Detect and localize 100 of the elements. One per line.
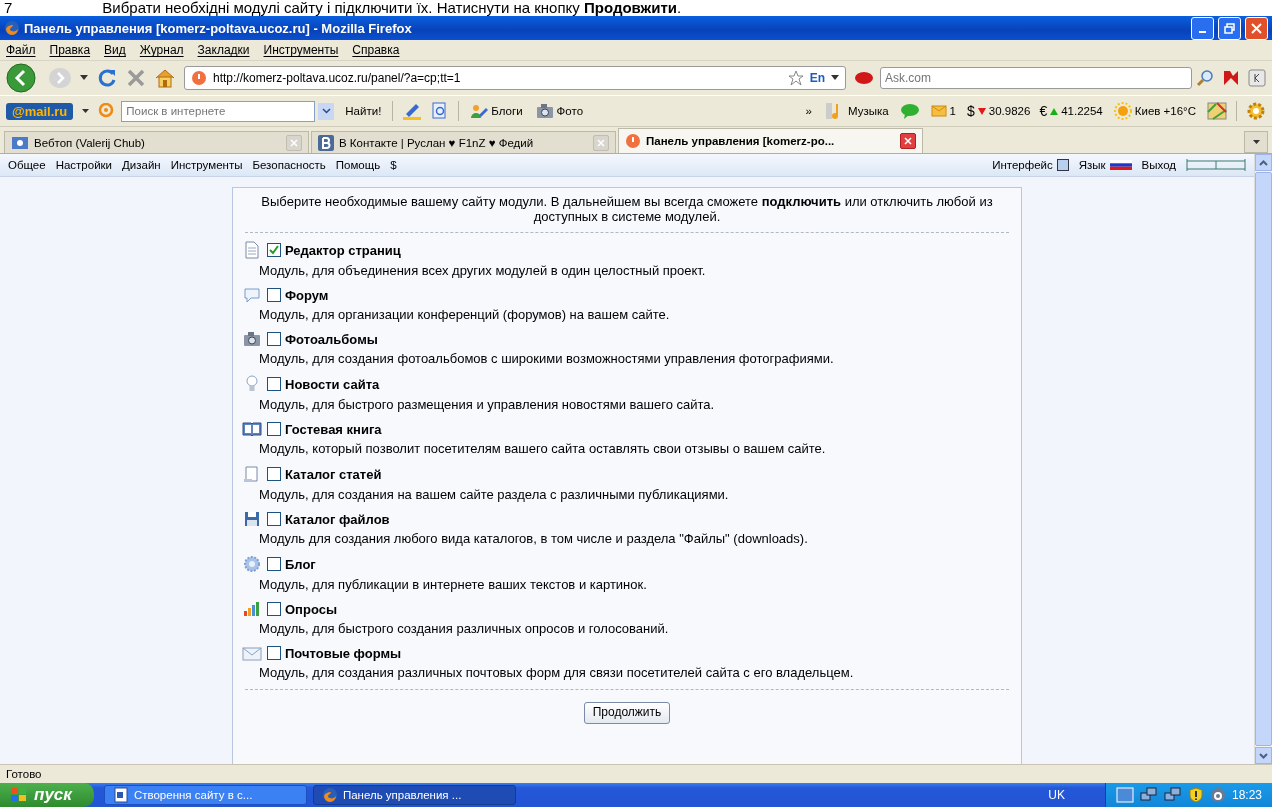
letter-b-icon [318,134,334,151]
tab-close-button[interactable] [900,133,916,149]
panel-menu-item[interactable]: $ [390,159,397,171]
module-checkbox[interactable] [267,512,281,526]
menu-item[interactable]: Справка [352,43,400,57]
instruction-text: Вибрати необхідні модулі сайту і підключити їх. Натиснути на кнопку Продовжити. [102,0,682,16]
windows-logo-icon [10,787,28,803]
continue-button[interactable]: Продолжить [583,702,671,724]
search-icon[interactable] [1196,69,1214,87]
square-icon [1056,159,1069,171]
panel-menu-item[interactable]: Инструменты [170,159,243,171]
menu-item[interactable]: Закладки [197,43,250,57]
tab-list-button[interactable] [1244,131,1268,153]
module-checkbox[interactable] [267,422,281,436]
overflow-button[interactable]: » [803,104,814,118]
module-name: Каталог статей [285,466,382,482]
envelope-icon [930,105,947,117]
chevron-down-icon[interactable] [1259,752,1268,759]
music-button[interactable]: Музыка [822,101,891,121]
dropdown-arrow-icon[interactable] [82,108,90,114]
close-button[interactable] [1245,16,1268,40]
module-checkbox[interactable] [267,646,281,660]
vertical-scrollbar[interactable] [1254,154,1272,764]
menu-item[interactable]: Файл [6,43,36,57]
module-name: Редактор страниц [285,242,401,258]
shield-warning-icon[interactable] [1187,787,1204,803]
up-triangle-icon [1050,107,1059,115]
interface-button[interactable]: Интерфейс [992,159,1069,171]
dropdown-arrow-icon [1252,140,1260,144]
bar-chart-icon [243,601,261,617]
sun-icon [1113,102,1132,120]
minimize-button[interactable] [1191,16,1214,40]
browser-tab[interactable]: Вебтоп (Valerij Chub) [4,131,309,153]
menu-item[interactable]: Правка [49,43,91,57]
restore-button[interactable] [1218,16,1241,40]
menu-item[interactable]: Инструменты [263,43,339,57]
address-field[interactable]: http://komerz-poltava.ucoz.ru/panel/?a=cp;tt=1 En [184,66,846,90]
clock: 18:23 [1231,788,1262,802]
keyboard-key-icon[interactable] [1248,69,1266,87]
network-icon[interactable] [1163,787,1182,803]
chevron-up-icon[interactable] [1259,159,1268,166]
highlighter-icon[interactable] [402,102,423,120]
search-field[interactable]: Поиск в интернете [121,100,316,122]
weather-button[interactable]: Киев +16°C [1111,101,1198,121]
module-checkbox[interactable] [267,377,281,391]
menu-item[interactable]: Журнал [139,43,184,57]
camera-icon [243,331,261,347]
find-button[interactable]: Найти! [343,104,384,118]
camera-icon [535,103,554,119]
site-icon [191,70,207,86]
module-checkbox[interactable] [267,288,281,302]
star-icon[interactable] [787,70,804,86]
panel-menu-item[interactable]: Помощь [335,159,381,171]
module-checkbox[interactable] [267,332,281,346]
settings-icon[interactable] [1246,101,1266,121]
language-button[interactable]: Язык [1078,159,1132,171]
panel-menu-item[interactable]: Настройки [55,159,113,171]
panel-menu-item[interactable]: Дизайн [122,159,161,171]
dollar-sign: $ [967,103,975,119]
logout-link[interactable]: Выход [1141,159,1176,171]
browser-logo-icon [321,787,338,803]
monitor-icon [11,135,29,150]
browser-tab[interactable]: Панель управления [komerz-po... [618,128,923,153]
module-name: Опросы [285,601,337,617]
panel-menu-item[interactable]: Общее [8,159,46,171]
chevron-down-icon [321,108,331,114]
flag-icon [1109,160,1132,170]
blogs-button[interactable]: Блоги [468,102,525,120]
module-checkbox[interactable] [267,243,281,257]
reload-icon[interactable] [96,67,118,89]
dropdown-arrow-icon[interactable] [80,75,88,81]
taskbar-button[interactable]: Створення сайту в с... [103,785,307,805]
module-name: Каталог файлов [285,511,390,527]
document-icon [244,241,260,259]
taskbar-button[interactable]: Панель управления ... [312,785,516,805]
photo-button[interactable]: Фото [533,102,586,120]
menu-item[interactable]: Вид [104,43,126,57]
down-triangle-icon [977,107,986,115]
home-icon[interactable] [154,68,176,88]
site-logo[interactable]: @mail.ru [6,102,74,120]
network-icon[interactable] [1139,787,1158,803]
dropdown-button[interactable] [318,102,335,120]
language-indicator[interactable]: UK [1048,788,1065,802]
window-title: Панель управления [komerz-poltava.ucoz.ru] - Mozilla Firefox [24,20,412,36]
search-field[interactable]: Ask.com [880,67,1192,89]
module-checkbox[interactable] [267,602,281,616]
browser-tab[interactable]: В Контакте | Руслан ♥ F1nZ ♥ Федий [311,131,616,153]
close-icon [1251,22,1262,34]
module-checkbox[interactable] [267,557,281,571]
intro-text: Выберите необходимые вашему сайту модули. В дальнейшем вы всегда сможете подключить или отключить любой из доступных в системе модулей. [260,194,994,226]
progress-frame-icon [1186,158,1246,172]
map-icon[interactable] [1207,102,1227,120]
restore-icon [1224,22,1235,34]
site-icon [625,133,641,149]
dropdown-arrow-icon[interactable] [831,75,839,81]
mail-button[interactable]: 1 [928,104,958,118]
module-checkbox[interactable] [267,467,281,481]
minimize-icon [1199,30,1206,33]
people-icon [470,103,489,119]
panel-menu-item[interactable]: Безопасность [252,159,326,171]
